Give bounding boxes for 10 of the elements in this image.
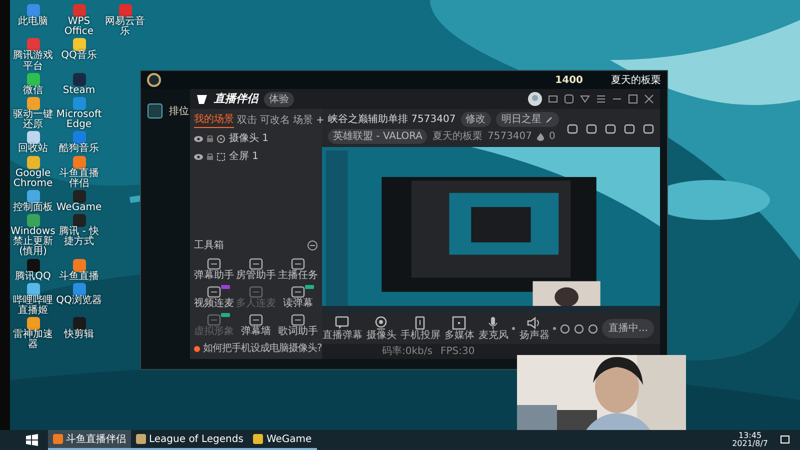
taskbar-app[interactable]: League of Legends bbox=[131, 430, 248, 450]
notification-icon[interactable] bbox=[780, 435, 790, 445]
clock-time: 13:45 bbox=[738, 432, 762, 440]
taskbar-app[interactable]: WeGame bbox=[248, 430, 317, 450]
app-icon bbox=[253, 434, 264, 444]
app-icon bbox=[53, 434, 63, 444]
app-icon bbox=[136, 434, 146, 444]
taskbar-app[interactable]: 斗鱼直播伴侣 bbox=[48, 430, 131, 450]
clock-date: 2021/8/7 bbox=[732, 440, 768, 448]
start-icon[interactable] bbox=[26, 434, 38, 446]
